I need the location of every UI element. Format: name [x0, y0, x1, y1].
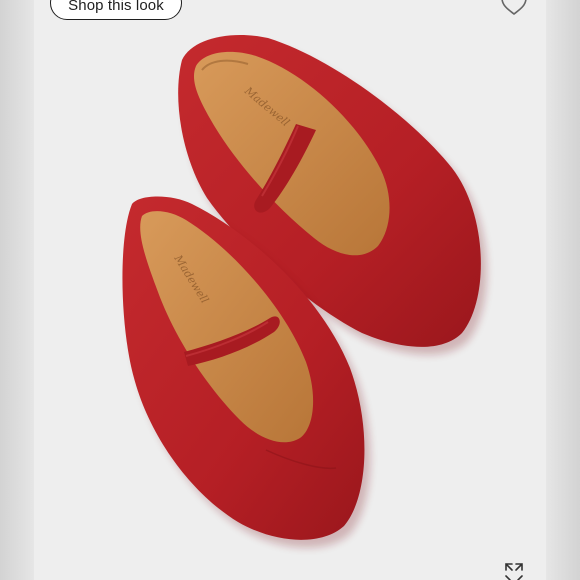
- shoes-illustration: Madewell Madewell: [122, 34, 487, 548]
- right-blur-panel: [546, 0, 580, 580]
- product-photo: Madewell Madewell: [34, 0, 546, 580]
- shop-this-look-label: Shop this look: [68, 0, 164, 14]
- heart-icon[interactable]: [499, 0, 529, 16]
- shop-this-look-button[interactable]: Shop this look: [50, 0, 182, 20]
- left-blur-panel: [0, 0, 34, 580]
- expand-icon[interactable]: [504, 562, 524, 580]
